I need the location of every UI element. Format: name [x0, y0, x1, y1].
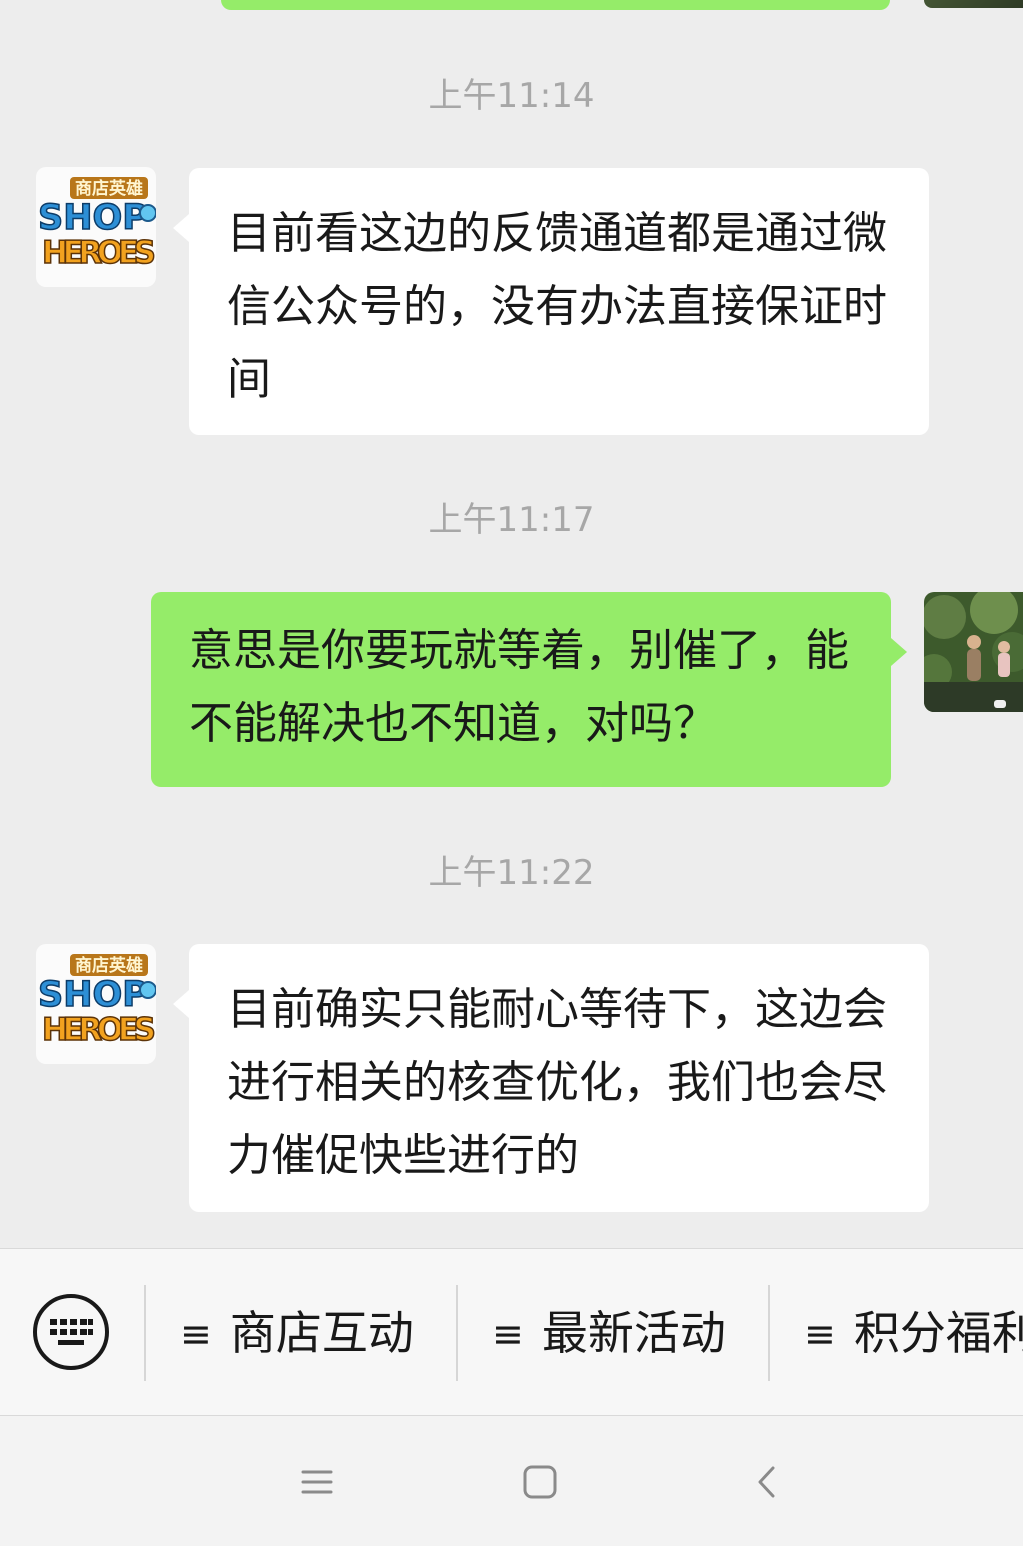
keyboard-icon[interactable] [32, 1293, 110, 1371]
previous-outgoing-bubble[interactable] [221, 0, 890, 10]
incoming-message-bubble[interactable]: 目前确实只能耐心等待下，这边会进行相关的核查优化，我们也会尽力催促快些进行的 [173, 944, 929, 1212]
menu-item-latest-events[interactable]: ≡ 最新活动 [492, 1301, 726, 1365]
logo-heroes-text: HEROES [42, 1012, 156, 1048]
outgoing-message-bubble[interactable]: 意思是你要玩就等着，别催了，能不能解决也不知道，对吗？ [151, 592, 907, 787]
menu-item-points-benefits[interactable]: ≡ 积分福利 [804, 1301, 1023, 1365]
shop-heroes-avatar[interactable]: 商店英雄 SHOP HEROES [36, 944, 156, 1064]
official-account-menu-bar: ≡ 商店互动 ≡ 最新活动 ≡ 积分福利 [0, 1248, 1023, 1416]
menu-item-label: 积分福利 [853, 1306, 1023, 1360]
logo-shop-text: SHOP [38, 198, 148, 238]
menu-divider [768, 1285, 770, 1381]
menu-lines-icon: ≡ [804, 1312, 836, 1356]
logo-shop-text: SHOP [38, 975, 148, 1015]
logo-chinese-text: 商店英雄 [75, 955, 143, 976]
system-navigation-bar [0, 1416, 1023, 1546]
menu-lines-icon: ≡ [180, 1312, 212, 1356]
user-photo-avatar[interactable] [924, 592, 1023, 712]
timestamp: 上午11:14 [428, 76, 595, 116]
menu-item-shop-interaction[interactable]: ≡ 商店互动 [180, 1301, 414, 1365]
recent-apps-icon[interactable] [295, 1460, 339, 1504]
menu-lines-icon: ≡ [492, 1312, 524, 1356]
back-icon[interactable] [745, 1460, 789, 1504]
incoming-message-bubble[interactable]: 目前看这边的反馈通道都是通过微信公众号的，没有办法直接保证时间 [173, 168, 929, 435]
previous-user-avatar[interactable] [924, 0, 1023, 8]
timestamp: 上午11:17 [428, 500, 595, 540]
menu-divider [456, 1285, 458, 1381]
chat-message-list[interactable]: 上午11:14 商店英雄 SHOP HEROES 目前看这边的反馈通道都是通过微… [0, 0, 1023, 1248]
logo-heroes-text: HEROES [42, 235, 156, 271]
menu-item-label: 商店互动 [229, 1306, 414, 1360]
timestamp: 上午11:22 [428, 853, 595, 893]
menu-divider [144, 1285, 146, 1381]
logo-chinese-text: 商店英雄 [75, 178, 143, 199]
menu-item-label: 最新活动 [541, 1306, 726, 1360]
home-icon[interactable] [518, 1460, 562, 1504]
shop-heroes-avatar[interactable]: 商店英雄 SHOP HEROES [36, 167, 156, 287]
